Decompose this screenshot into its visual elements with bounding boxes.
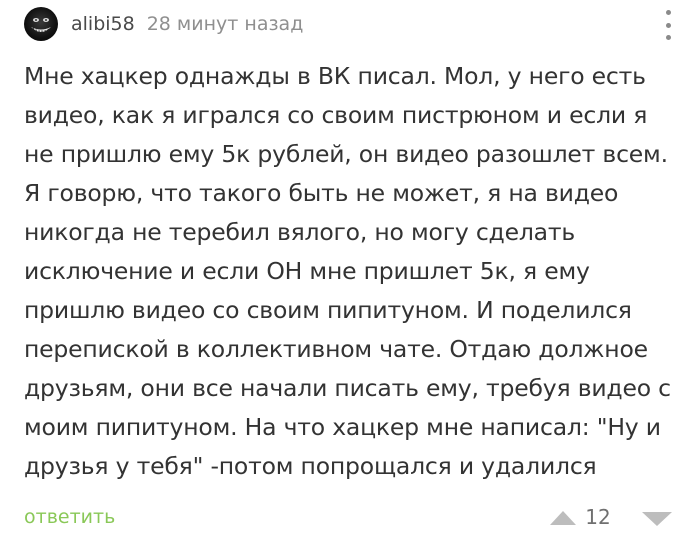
rating-value: 12 [585,505,611,529]
more-vertical-icon [665,10,671,15]
reply-button[interactable]: ответить [24,506,115,528]
author-name[interactable]: alibi58 [71,13,135,35]
comment-text-line: Я говорю, что такого быть не может, я на… [24,179,619,207]
comment-time: 28 минут назад [146,13,304,35]
comment-header: alibi58 28 минут назад [24,4,676,44]
more-options-button[interactable] [660,10,676,40]
vote-up-icon [550,511,576,525]
comment-text-line: видео, как я игрался со своим пистрюном … [24,101,648,129]
more-dot [665,35,671,40]
vote-up-button[interactable] [550,510,576,525]
comment-text-line: не пришлю ему 5к рублей, он видео разошл… [24,140,668,168]
comment-text-line: друзьям, они все начали писать ему, треб… [24,374,671,402]
vote-down-button[interactable] [642,511,672,526]
comment-text-line: никогда не теребил вялого, но могу сдела… [24,218,576,246]
comment-text-line: перепиской в коллективном чате. Отдаю до… [24,335,648,363]
comment-text: Мне хацкер однажды в ВК писал. Мол, у не… [24,57,682,486]
more-dot [665,22,671,28]
comment-text-line: пришлю видео со своим пипитуном. И подел… [24,296,632,324]
comment-text-line: друзья у тебя" -потом попрощался и удали… [24,452,597,480]
comment-text-line: Мне хацкер однажды в ВК писал. Мол, у не… [24,62,646,90]
avatar[interactable] [24,7,58,41]
comment-text-line: моим пипитуном. На что хацкер мне написа… [24,413,661,441]
vote-down-icon [642,512,672,526]
comment-footer: ответить 12 [24,497,676,539]
comment-text-line: исключение и если ОН мне пришлет 5к, я е… [24,257,590,285]
comment: alibi58 28 минут назад Мне хацкер однажд… [0,0,700,557]
avatar-grin-icon [31,18,51,34]
